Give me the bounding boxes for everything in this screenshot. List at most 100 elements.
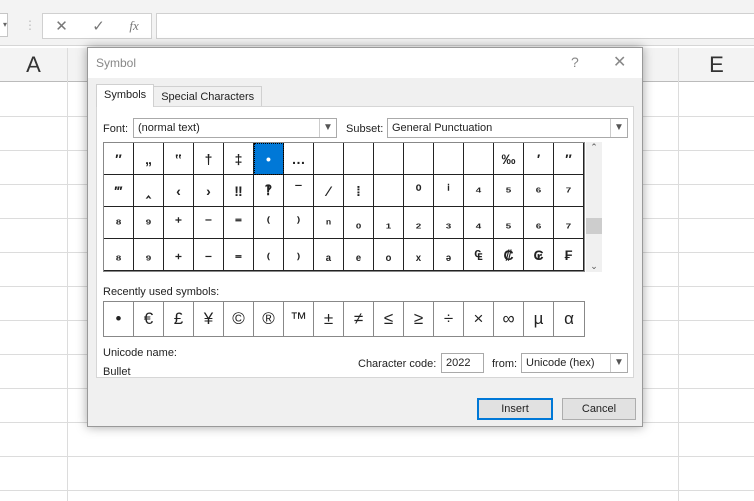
symbol-cell[interactable]: ⁺	[164, 207, 194, 239]
symbol-cell[interactable]: ₀	[344, 207, 374, 239]
recent-symbol-cell[interactable]: ™	[284, 302, 314, 336]
symbol-cell[interactable]: ›	[194, 175, 224, 207]
insert-button[interactable]: Insert	[477, 398, 553, 420]
recent-symbol-cell[interactable]: ±	[314, 302, 344, 336]
symbol-cell[interactable]: ⁹	[134, 207, 164, 239]
recent-symbol-cell[interactable]: ©	[224, 302, 254, 336]
symbol-cell[interactable]	[374, 143, 404, 175]
symbol-cell[interactable]: …	[284, 143, 314, 175]
symbol-cell[interactable]: ⁿ	[314, 207, 344, 239]
symbol-cell[interactable]: ₉	[134, 239, 164, 271]
symbol-cell[interactable]: ⁶	[524, 175, 554, 207]
close-icon[interactable]: ✕	[613, 52, 626, 72]
symbol-cell[interactable]: ⁼	[224, 207, 254, 239]
recent-symbol-cell[interactable]: µ	[524, 302, 554, 336]
recent-symbol-cell[interactable]: £	[164, 302, 194, 336]
symbol-cell[interactable]: ‸	[134, 175, 164, 207]
symbol-cell[interactable]: ‼	[224, 175, 254, 207]
symbol-cell[interactable]: ⁞	[344, 175, 374, 207]
symbol-cell[interactable]: ‟	[164, 143, 194, 175]
tab-special-characters[interactable]: Special Characters	[153, 86, 263, 107]
tab-symbols[interactable]: Symbols	[96, 84, 155, 107]
symbol-cell[interactable]: ₊	[164, 239, 194, 271]
symbol-cell[interactable]: ₃	[434, 207, 464, 239]
symbol-cell[interactable]: ₣	[554, 239, 584, 271]
symbol-cell[interactable]: ⁱ	[434, 175, 464, 207]
symbol-cell[interactable]: ₈	[104, 239, 134, 271]
symbol-cell[interactable]: ₒ	[374, 239, 404, 271]
cancel-icon[interactable]: ✕	[55, 17, 68, 35]
symbol-cell[interactable]: ₁	[374, 207, 404, 239]
enter-icon[interactable]: ✓	[92, 17, 105, 35]
subset-select[interactable]: General Punctuation ▼	[387, 118, 628, 138]
recent-symbol-cell[interactable]: ≠	[344, 302, 374, 336]
recent-symbol-cell[interactable]: α	[554, 302, 584, 336]
symbol-scrollbar[interactable]: ⌃ ⌄	[586, 142, 602, 272]
column-header-a[interactable]: A	[0, 48, 67, 82]
symbol-cell[interactable]: ₂	[404, 207, 434, 239]
symbol-cell[interactable]: ‹	[164, 175, 194, 207]
cancel-button[interactable]: Cancel	[562, 398, 636, 420]
symbol-cell[interactable]: ′	[524, 143, 554, 175]
symbol-cell[interactable]: ⁴	[464, 175, 494, 207]
symbol-cell[interactable]	[314, 143, 344, 175]
symbol-cell[interactable]: „	[134, 143, 164, 175]
font-select[interactable]: (normal text) ▼	[133, 118, 337, 138]
recent-symbol-cell[interactable]: ¥	[194, 302, 224, 336]
recent-symbol-cell[interactable]: ÷	[434, 302, 464, 336]
symbol-cell[interactable]: ⁄	[314, 175, 344, 207]
symbol-cell[interactable]	[374, 175, 404, 207]
scroll-thumb[interactable]	[586, 218, 602, 234]
formula-input[interactable]	[156, 13, 754, 39]
symbol-cell[interactable]: ₇	[554, 207, 584, 239]
symbol-cell[interactable]: ₋	[194, 239, 224, 271]
char-code-input[interactable]: 2022	[441, 353, 484, 373]
symbol-cell[interactable]: ⁻	[194, 207, 224, 239]
symbol-cell[interactable]: ″	[554, 143, 584, 175]
symbol-cell[interactable]: ₅	[494, 207, 524, 239]
symbol-cell[interactable]: †	[194, 143, 224, 175]
insert-function-icon[interactable]: fx	[129, 18, 138, 34]
symbol-cell[interactable]: ₢	[524, 239, 554, 271]
symbol-cell[interactable]: ‾	[284, 175, 314, 207]
symbol-cell[interactable]	[464, 143, 494, 175]
recent-symbol-cell[interactable]: ∞	[494, 302, 524, 336]
recent-symbol-cell[interactable]: •	[104, 302, 134, 336]
symbol-cell[interactable]	[434, 143, 464, 175]
symbol-cell[interactable]: ‰	[494, 143, 524, 175]
symbol-cell[interactable]: ‴	[104, 175, 134, 207]
symbol-cell[interactable]: ₑ	[344, 239, 374, 271]
recent-symbol-cell[interactable]: €	[134, 302, 164, 336]
scroll-up-icon[interactable]: ⌃	[586, 142, 602, 153]
symbol-cell[interactable]: ₐ	[314, 239, 344, 271]
scroll-down-icon[interactable]: ⌄	[586, 261, 602, 272]
symbol-cell[interactable]: ₓ	[404, 239, 434, 271]
symbol-cell[interactable]: ₌	[224, 239, 254, 271]
symbol-cell[interactable]: ‡	[224, 143, 254, 175]
recent-symbol-cell[interactable]: ≥	[404, 302, 434, 336]
symbol-cell[interactable]: ₠	[464, 239, 494, 271]
help-icon[interactable]: ?	[571, 54, 579, 70]
symbol-cell[interactable]: ″	[104, 143, 134, 175]
symbol-cell[interactable]	[344, 143, 374, 175]
symbol-cell[interactable]: ⁽	[254, 207, 284, 239]
symbol-cell[interactable]: ⁸	[104, 207, 134, 239]
symbol-cell[interactable]: •	[254, 143, 284, 175]
symbol-cell[interactable]: ₍	[254, 239, 284, 271]
symbol-cell[interactable]: ₎	[284, 239, 314, 271]
symbol-cell[interactable]: ⁵	[494, 175, 524, 207]
recent-symbol-cell[interactable]: ®	[254, 302, 284, 336]
symbol-cell[interactable]: ⁾	[284, 207, 314, 239]
symbol-cell[interactable]: ‽	[254, 175, 284, 207]
name-box-dropdown[interactable]: ▾	[0, 13, 8, 37]
from-select[interactable]: Unicode (hex) ▼	[521, 353, 628, 373]
symbol-cell[interactable]	[404, 143, 434, 175]
symbol-cell[interactable]: ₡	[494, 239, 524, 271]
recent-symbol-cell[interactable]: ×	[464, 302, 494, 336]
symbol-cell[interactable]: ⁰	[404, 175, 434, 207]
symbol-cell[interactable]: ⁷	[554, 175, 584, 207]
symbol-cell[interactable]: ₔ	[434, 239, 464, 271]
symbol-cell[interactable]: ₄	[464, 207, 494, 239]
symbol-cell[interactable]: ₆	[524, 207, 554, 239]
recent-symbol-cell[interactable]: ≤	[374, 302, 404, 336]
